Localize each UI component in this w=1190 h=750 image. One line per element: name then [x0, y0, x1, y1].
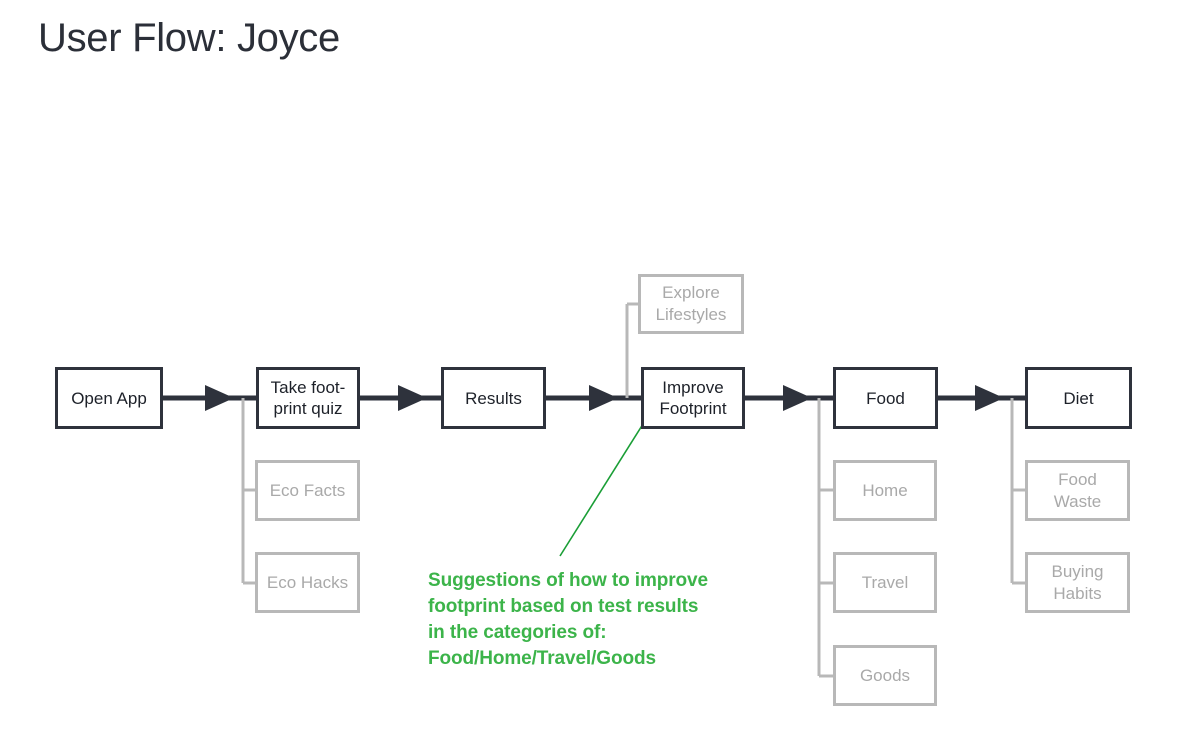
node-label: Diet [1063, 388, 1094, 408]
node-goods[interactable]: Goods [833, 645, 937, 706]
node-home[interactable]: Home [833, 460, 937, 521]
node-label: Explore Lifestyles [655, 283, 727, 324]
annotation-leader-line [559, 423, 644, 557]
branch-tree-quiz [241, 398, 255, 585]
flow-arrow-results-to-improve [546, 385, 641, 411]
node-open-app[interactable]: Open App [55, 367, 163, 429]
node-label: Eco Facts [269, 480, 346, 500]
branch-tree-improve-footprint [625, 302, 638, 398]
node-label: Take foot-print quiz [270, 378, 346, 418]
node-label: Home [862, 480, 908, 500]
node-label: Food [866, 388, 905, 408]
branch-tree-diet [1010, 398, 1025, 585]
node-results[interactable]: Results [441, 367, 546, 429]
diagram-canvas: User Flow: Joyce Open App Take foot-prin… [0, 0, 1190, 750]
node-label: Results [465, 388, 522, 408]
node-take-footprint-quiz[interactable]: Take foot-print quiz [256, 367, 360, 429]
node-label: Food Waste [1053, 469, 1102, 511]
node-label: Travel [861, 572, 909, 592]
node-eco-facts[interactable]: Eco Facts [255, 460, 360, 521]
page-title: User Flow: Joyce [38, 16, 340, 60]
node-label: Eco Hacks [266, 572, 349, 592]
node-label: Open App [71, 388, 147, 408]
node-diet[interactable]: Diet [1025, 367, 1132, 429]
flow-arrow-food-to-diet [938, 385, 1025, 411]
annotation-text: Suggestions of how to improve footprint … [428, 570, 708, 669]
branch-tree-food [817, 398, 833, 678]
node-improve-footprint[interactable]: Improve Footprint [641, 367, 745, 429]
node-label: Improve Footprint [659, 378, 727, 418]
node-explore-lifestyles[interactable]: Explore Lifestyles [638, 274, 744, 334]
node-label: Goods [859, 665, 911, 685]
node-buying-habits[interactable]: Buying Habits [1025, 552, 1130, 613]
node-travel[interactable]: Travel [833, 552, 937, 613]
node-food[interactable]: Food [833, 367, 938, 429]
node-label: Buying Habits [1051, 561, 1104, 603]
flow-arrow-improve-to-food [745, 385, 833, 411]
flow-arrow-open-app-to-quiz [163, 385, 256, 411]
node-eco-hacks[interactable]: Eco Hacks [255, 552, 360, 613]
node-food-waste[interactable]: Food Waste [1025, 460, 1130, 521]
flow-arrow-quiz-to-results [360, 385, 441, 411]
